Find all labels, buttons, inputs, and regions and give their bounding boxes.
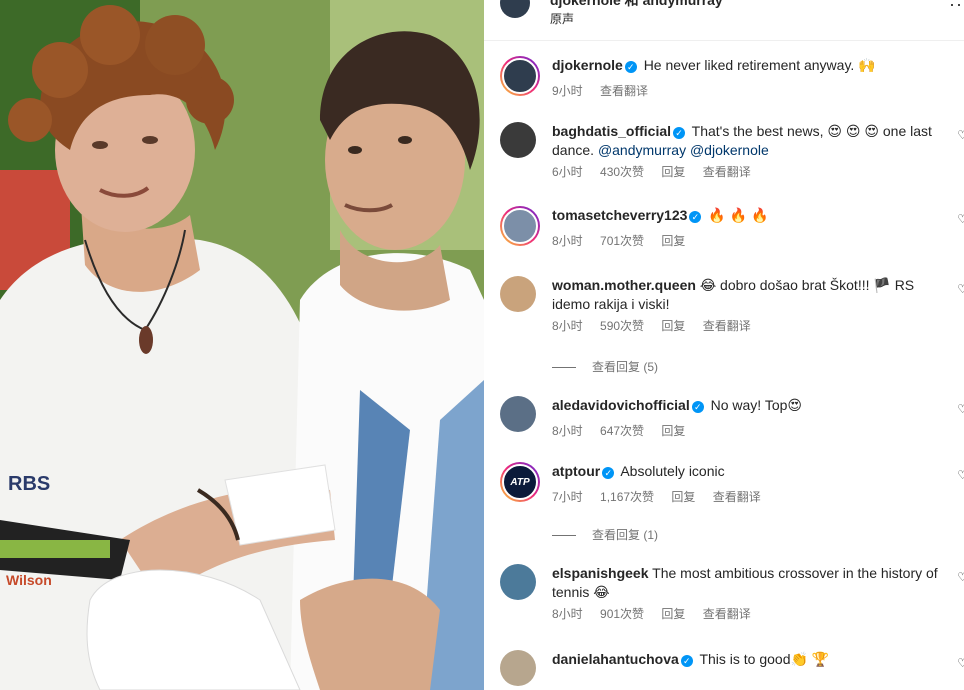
- like-heart-icon[interactable]: ♡: [957, 570, 964, 584]
- comment-time: 8小时: [552, 319, 583, 333]
- verified-badge-icon: ✓: [602, 467, 615, 479]
- shirt-logo-text: RBS: [8, 473, 50, 495]
- tennis-players-photo: RBS Wilson: [0, 0, 484, 690]
- comment-username[interactable]: woman.mother.queen: [552, 277, 696, 293]
- original-audio-label[interactable]: 原声: [550, 10, 574, 27]
- like-heart-icon[interactable]: ♡: [957, 128, 964, 142]
- like-count[interactable]: 647次赞: [600, 424, 644, 438]
- atp-logo-icon: ATP: [502, 464, 538, 500]
- comment-username[interactable]: atptour: [552, 463, 600, 479]
- like-heart-icon[interactable]: ♡: [957, 212, 964, 226]
- verified-badge-icon: ✓: [680, 655, 693, 667]
- avatar[interactable]: [500, 0, 530, 18]
- reply-button[interactable]: 回复: [661, 234, 685, 248]
- view-replies-button[interactable]: 查看回复 (5): [552, 358, 658, 375]
- comment-time: 8小时: [552, 607, 583, 621]
- like-heart-icon[interactable]: ♡: [957, 282, 964, 296]
- reply-button[interactable]: 回复: [661, 607, 685, 621]
- comment-avatar[interactable]: ATP: [500, 462, 540, 502]
- comment-avatar[interactable]: [500, 122, 536, 158]
- verified-badge-icon: ✓: [624, 61, 637, 73]
- like-count[interactable]: 430次赞: [600, 165, 644, 179]
- comment-time: 8小时: [552, 424, 583, 438]
- reply-button[interactable]: 回复: [661, 165, 685, 179]
- comment-text: 🔥 🔥 🔥: [708, 207, 769, 223]
- comment-time: 6小时: [552, 165, 583, 179]
- replies-divider: [552, 535, 576, 537]
- reply-button[interactable]: 回复: [661, 319, 685, 333]
- comment-username[interactable]: danielahantuchova: [552, 651, 679, 667]
- like-count[interactable]: 901次赞: [600, 607, 644, 621]
- post-photo[interactable]: RBS Wilson: [0, 0, 484, 690]
- comment-text: Absolutely iconic: [620, 463, 725, 479]
- avatar: [502, 208, 538, 244]
- comment-avatar[interactable]: [500, 564, 536, 600]
- comment-avatar[interactable]: [500, 56, 540, 96]
- comment-time: 7小时: [552, 490, 583, 504]
- comment-time: 8小时: [552, 234, 583, 248]
- comment-username[interactable]: aledavidovichofficial: [552, 397, 690, 413]
- comments-panel: djokernole 和 andymurray 原声 ··· djokernol…: [484, 0, 964, 690]
- comment-avatar[interactable]: [500, 650, 536, 686]
- like-heart-icon[interactable]: ♡: [957, 656, 964, 670]
- comment-username[interactable]: baghdatis_official: [552, 123, 671, 139]
- comment-avatar[interactable]: [500, 276, 536, 312]
- view-replies-button[interactable]: 查看回复 (1): [552, 526, 658, 543]
- post-header: djokernole 和 andymurray 原声 ···: [484, 0, 964, 41]
- comment-text: No way! Top😍: [710, 397, 802, 413]
- reply-button[interactable]: 回复: [661, 424, 685, 438]
- comment-avatar[interactable]: [500, 396, 536, 432]
- like-count[interactable]: 590次赞: [600, 319, 644, 333]
- like-count[interactable]: 1,167次赞: [600, 490, 654, 504]
- more-options-icon[interactable]: ···: [949, 0, 964, 15]
- comment-text: He never liked retirement anyway. 🙌: [643, 57, 876, 73]
- verified-badge-icon: ✓: [689, 211, 702, 223]
- verified-badge-icon: ✓: [691, 401, 704, 413]
- comment-avatar[interactable]: [500, 206, 540, 246]
- avatar: [502, 58, 538, 94]
- view-replies-label[interactable]: 查看回复 (1): [592, 528, 658, 542]
- see-translation-link[interactable]: 查看翻译: [600, 84, 648, 98]
- see-translation-link[interactable]: 查看翻译: [703, 319, 751, 333]
- comment-username[interactable]: elspanishgeek: [552, 565, 649, 581]
- verified-badge-icon: ✓: [673, 127, 686, 139]
- see-translation-link[interactable]: 查看翻译: [713, 490, 761, 504]
- racket-brand-text: Wilson: [6, 572, 52, 588]
- see-translation-link[interactable]: 查看翻译: [703, 165, 751, 179]
- view-replies-label[interactable]: 查看回复 (5): [592, 360, 658, 374]
- reply-button[interactable]: 回复: [671, 490, 695, 504]
- comment-time: 9小时: [552, 84, 583, 98]
- comment-mentions[interactable]: @andymurray @djokernole: [598, 142, 769, 158]
- like-count[interactable]: 701次赞: [600, 234, 644, 248]
- like-heart-icon[interactable]: ♡: [957, 402, 964, 416]
- comment-username[interactable]: djokernole: [552, 57, 623, 73]
- see-translation-link[interactable]: 查看翻译: [703, 607, 751, 621]
- like-heart-icon[interactable]: ♡: [957, 468, 964, 482]
- replies-divider: [552, 367, 576, 369]
- post-author-avatar[interactable]: [500, 0, 530, 18]
- comment-username[interactable]: tomasetcheverry123: [552, 207, 687, 223]
- comment-text: This is to good👏 🏆: [699, 651, 830, 667]
- post-caption[interactable]: djokernole 和 andymurray: [550, 0, 723, 10]
